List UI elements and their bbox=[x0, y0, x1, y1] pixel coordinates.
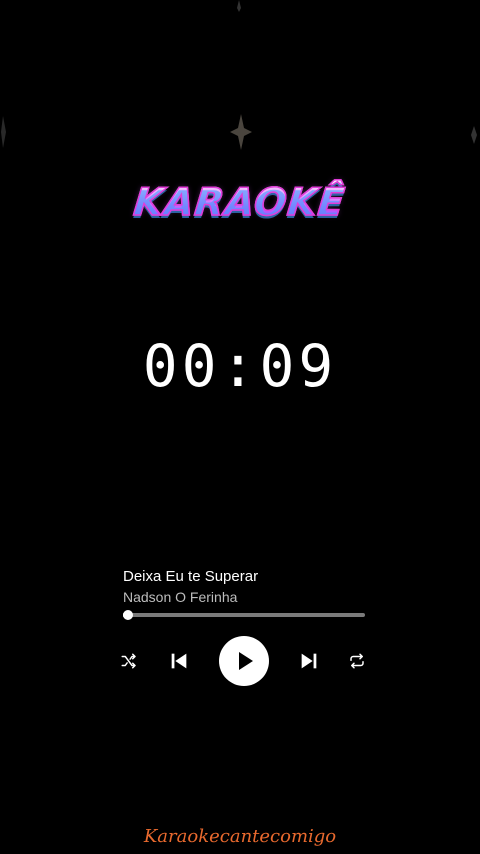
progress-bar[interactable] bbox=[123, 610, 365, 620]
player-controls bbox=[0, 634, 480, 688]
song-title: Deixa Eu te Superar bbox=[123, 568, 259, 585]
repeat-button[interactable] bbox=[346, 650, 368, 672]
previous-button[interactable] bbox=[166, 649, 192, 673]
skip-previous-icon bbox=[171, 653, 187, 669]
sparkle-decoration bbox=[230, 114, 252, 150]
sparkle-decoration bbox=[237, 0, 241, 12]
progress-knob[interactable] bbox=[123, 610, 134, 620]
shuffle-icon bbox=[121, 653, 136, 669]
next-button[interactable] bbox=[296, 649, 322, 673]
play-button[interactable] bbox=[219, 636, 269, 686]
sparkle-decoration bbox=[1, 116, 6, 148]
logo-text: KARAOKÊ bbox=[131, 179, 348, 225]
watermark: Karaokecantecomigo bbox=[143, 826, 337, 847]
song-artist: Nadson O Ferinha bbox=[123, 589, 238, 605]
repeat-icon bbox=[350, 653, 364, 669]
skip-next-icon bbox=[301, 653, 317, 669]
shuffle-button[interactable] bbox=[118, 650, 140, 672]
countdown-timer: 00:09 bbox=[142, 332, 338, 400]
karaoke-logo: KARAOKÊ bbox=[0, 179, 480, 225]
sparkle-decoration bbox=[471, 126, 477, 144]
play-icon bbox=[239, 652, 253, 670]
